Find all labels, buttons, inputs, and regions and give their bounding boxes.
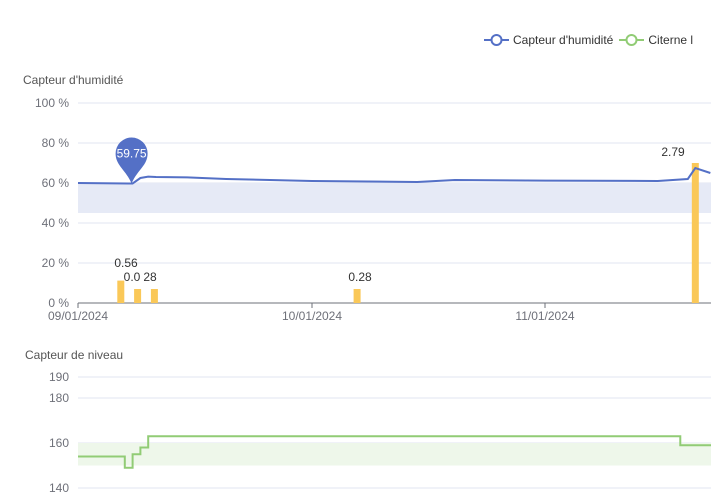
y-tick-label: 100 % — [35, 96, 69, 110]
y-tick-label: 40 % — [42, 216, 70, 230]
bar-data-label: 2.79 — [661, 145, 685, 159]
y-tick-label: 20 % — [42, 256, 70, 270]
bar-data-label: 28 — [143, 270, 157, 284]
y-tick-label: 190 — [49, 370, 69, 384]
y-tick-label: 80 % — [42, 136, 70, 150]
bar-data-label: 0.56 — [114, 256, 138, 270]
bar-data-label: 0.28 — [348, 270, 372, 284]
bar — [150, 289, 158, 303]
y-tick-label: 140 — [49, 481, 69, 495]
y-tick-label: 180 — [49, 391, 69, 405]
bar — [691, 163, 699, 303]
mark-area — [78, 183, 711, 213]
bar-data-label: 0.0 — [124, 270, 141, 284]
y-tick-label: 0 % — [48, 296, 69, 310]
y-tick-label: 60 % — [42, 176, 70, 190]
x-tick-label: 11/01/2024 — [515, 309, 574, 323]
series-line — [77, 166, 711, 185]
bar — [353, 289, 361, 303]
bar — [134, 289, 142, 303]
chart-canvas: 100 % 80 % 60 % 40 % 20 % 0 %09/01/2024 10/01/… — [35, 96, 711, 495]
mark-area — [78, 443, 711, 466]
x-tick-label: 09/01/2024 — [48, 309, 108, 323]
x-tick-label: 10/01/2024 — [282, 309, 342, 323]
y-tick-label: 160 — [49, 436, 69, 450]
mark-point-label: 59.75 — [117, 147, 147, 161]
